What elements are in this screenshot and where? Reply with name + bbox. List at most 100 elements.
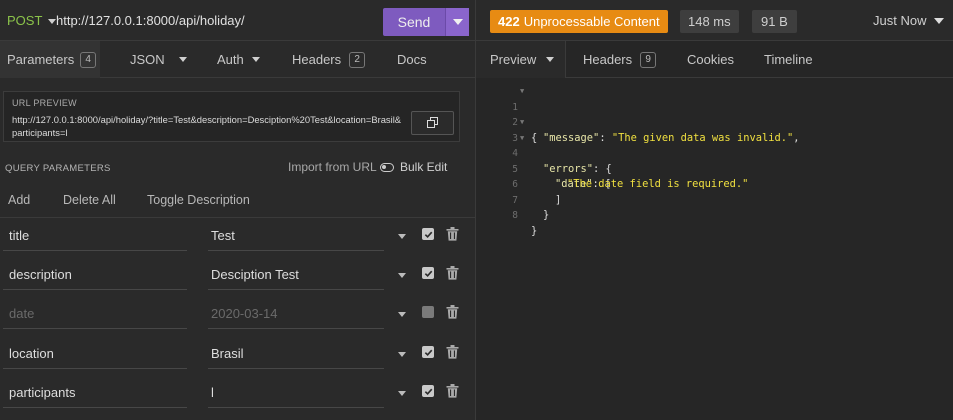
param-name-input[interactable]: description [9, 267, 72, 282]
tab-label: Headers [292, 52, 342, 67]
tab-label: Cookies [687, 52, 734, 67]
divider [208, 328, 384, 329]
status-code: 422 [498, 14, 520, 29]
tab-json[interactable]: JSON [130, 41, 187, 78]
enable-checkbox[interactable] [422, 228, 434, 240]
tab-auth[interactable]: Auth [217, 41, 260, 78]
code-text: } [531, 224, 538, 237]
add-param-button[interactable]: Add [8, 193, 30, 207]
send-button[interactable]: Send [383, 8, 445, 36]
fold-toggle-icon[interactable]: ▼ [520, 84, 524, 100]
trash-icon[interactable] [446, 266, 459, 280]
fold-toggle-icon[interactable]: ▼ [520, 131, 524, 147]
status-badge: 422 Unprocessable Content [490, 10, 668, 33]
param-value-input[interactable]: 2020-03-14 [211, 306, 278, 321]
delete-all-button[interactable]: Delete All [63, 193, 116, 207]
toggle-icon [380, 162, 394, 172]
enable-checkbox[interactable] [422, 306, 434, 318]
divider [3, 368, 187, 369]
response-bar: 422 Unprocessable Content 148 ms 91 B Ju… [476, 0, 953, 41]
divider [208, 250, 384, 251]
divider [3, 250, 187, 251]
enable-checkbox[interactable] [422, 346, 434, 358]
method-label: POST [7, 13, 43, 28]
param-value-input[interactable]: Desciption Test [211, 267, 299, 282]
param-name-input[interactable]: participants [9, 385, 75, 400]
code-text: } [543, 209, 550, 221]
chevron-down-icon[interactable] [398, 312, 406, 317]
line-number: 8 [512, 210, 518, 221]
chevron-down-icon[interactable] [398, 391, 406, 396]
query-parameters-heading: QUERY PARAMETERS [5, 163, 111, 174]
url-preview-label: URL PREVIEW [12, 98, 77, 108]
fold-toggle-icon[interactable]: ▼ [520, 115, 524, 131]
count-badge: 2 [349, 51, 366, 68]
trash-icon[interactable] [446, 305, 459, 319]
enable-checkbox[interactable] [422, 385, 434, 397]
chevron-down-icon[interactable] [398, 234, 406, 239]
divider [3, 328, 187, 329]
url-preview: URL PREVIEW http://127.0.0.1:8000/api/ho… [3, 91, 460, 142]
param-row: location Brasil [0, 336, 475, 374]
copy-icon [426, 117, 439, 129]
tab-docs[interactable]: Docs [397, 41, 427, 78]
chevron-down-icon [178, 57, 187, 62]
toggle-description-button[interactable]: Toggle Description [147, 193, 250, 207]
trash-icon[interactable] [446, 227, 459, 241]
param-actions: Add Delete All Toggle Description [0, 191, 475, 219]
send-options-button[interactable] [445, 8, 469, 36]
chevron-down-icon [452, 19, 463, 25]
tab-cookies[interactable]: Cookies [687, 41, 734, 78]
request-tabs: Parameters 4 JSON Auth Headers 2 Docs [0, 41, 475, 78]
history-dropdown[interactable]: Just Now [873, 13, 945, 28]
param-row: participants l [0, 375, 475, 413]
param-row: description Desciption Test [0, 257, 475, 295]
count-badge: 4 [80, 51, 97, 68]
code-line: 4 ▼ "date": [ [476, 131, 953, 191]
url-input[interactable]: http://127.0.0.1:8000/api/holiday/ [56, 13, 245, 28]
response-tabs: Preview Headers 9 Cookies Timeline [476, 41, 953, 78]
chevron-down-icon[interactable] [398, 273, 406, 278]
tab-label: Docs [397, 52, 427, 67]
code-line: 3 ▼ "errors": { [476, 115, 953, 175]
code-line: 5 "The date field is required." [476, 146, 953, 191]
tab-parameters[interactable]: Parameters 4 [0, 41, 100, 78]
chevron-down-icon[interactable] [398, 352, 406, 357]
bulk-edit-button[interactable]: Bulk Edit [380, 160, 447, 174]
chevron-down-icon [251, 57, 260, 62]
chevron-down-icon [546, 57, 555, 62]
enable-checkbox[interactable] [422, 267, 434, 279]
copy-url-button[interactable] [411, 111, 454, 135]
url-bar: POST http://127.0.0.1:8000/api/holiday/ … [0, 0, 475, 41]
tab-label: Auth [217, 52, 244, 67]
tab-label: Headers [583, 52, 633, 67]
tab-preview[interactable]: Preview [476, 41, 566, 78]
tab-label: JSON [130, 52, 165, 67]
code-line: 6 ] [476, 162, 953, 206]
param-value-input[interactable]: Test [211, 228, 235, 243]
param-name-input[interactable]: title [9, 228, 29, 243]
divider [3, 407, 187, 408]
app-window: POST http://127.0.0.1:8000/api/holiday/ … [0, 0, 953, 420]
import-from-url-button[interactable]: Import from URL [288, 160, 377, 174]
tab-timeline[interactable]: Timeline [764, 41, 813, 78]
method-selector[interactable]: POST [7, 13, 57, 28]
tab-response-headers[interactable]: Headers 9 [583, 41, 657, 78]
param-name-input[interactable]: date [9, 306, 34, 321]
tab-headers[interactable]: Headers 2 [292, 41, 366, 78]
response-time-badge: 148 ms [680, 10, 739, 33]
url-preview-value: http://127.0.0.1:8000/api/holiday/?title… [12, 114, 402, 138]
param-value-input[interactable]: l [211, 385, 214, 400]
tab-label: Parameters [7, 52, 75, 67]
trash-icon[interactable] [446, 345, 459, 359]
param-value-input[interactable]: Brasil [211, 346, 244, 361]
tab-label: Timeline [764, 52, 813, 67]
code-line: 8 } [476, 193, 953, 237]
status-text: Unprocessable Content [523, 14, 660, 29]
response-body[interactable]: 1 ▼ { 2 "message": "The given data was i… [476, 84, 953, 237]
param-name-input[interactable]: location [9, 346, 54, 361]
tab-label: Preview [490, 52, 537, 67]
trash-icon[interactable] [446, 384, 459, 398]
divider [208, 289, 384, 290]
response-size-badge: 91 B [752, 10, 797, 33]
